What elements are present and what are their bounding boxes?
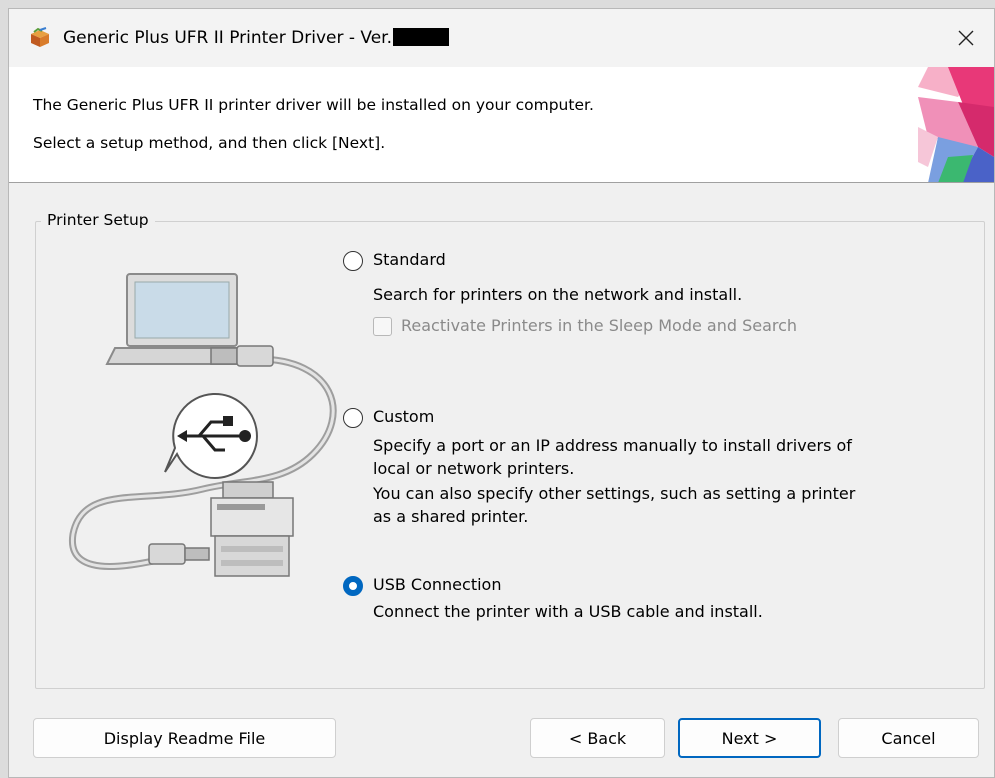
header-instruction-1: The Generic Plus UFR II printer driver w…	[33, 96, 594, 114]
installer-window: Generic Plus UFR II Printer Driver - Ver…	[8, 8, 995, 778]
redacted-version	[393, 28, 450, 46]
title-bar[interactable]: Generic Plus UFR II Printer Driver - Ver…	[9, 9, 994, 67]
custom-description-line-3: You can also specify other settings, suc…	[373, 484, 856, 503]
standard-radio[interactable]	[343, 251, 363, 271]
usb-connection-radio[interactable]	[343, 576, 363, 596]
back-button[interactable]: < Back	[530, 718, 665, 758]
custom-description-line-2: local or network printers.	[373, 459, 575, 478]
standard-description: Search for printers on the network and i…	[373, 285, 743, 304]
header-instruction-2: Select a setup method, and then click [N…	[33, 134, 386, 152]
decorative-banner-graphic	[918, 67, 994, 182]
custom-label[interactable]: Custom	[373, 406, 434, 428]
window-title: Generic Plus UFR II Printer Driver - Ver…	[63, 27, 450, 49]
usb-connection-label[interactable]: USB Connection	[373, 574, 501, 596]
reactivate-sleep-label: Reactivate Printers in the Sleep Mode an…	[401, 316, 798, 335]
cancel-button[interactable]: Cancel	[838, 718, 979, 758]
close-button[interactable]	[938, 9, 994, 67]
usb-connection-illustration	[69, 273, 337, 577]
standard-label[interactable]: Standard	[373, 249, 446, 271]
close-icon	[958, 30, 974, 46]
header-panel: The Generic Plus UFR II printer driver w…	[9, 67, 994, 183]
custom-description-line-1: Specify a port or an IP address manually…	[373, 436, 852, 455]
custom-radio[interactable]	[343, 408, 363, 428]
reactivate-sleep-checkbox[interactable]	[373, 317, 392, 336]
printer-setup-label: Printer Setup	[41, 209, 155, 231]
installer-box-icon	[31, 27, 49, 47]
display-readme-button[interactable]: Display Readme File	[33, 718, 336, 758]
custom-description-line-4: as a shared printer.	[373, 507, 529, 526]
usb-connection-description: Connect the printer with a USB cable and…	[373, 602, 763, 621]
next-button[interactable]: Next >	[678, 718, 821, 758]
